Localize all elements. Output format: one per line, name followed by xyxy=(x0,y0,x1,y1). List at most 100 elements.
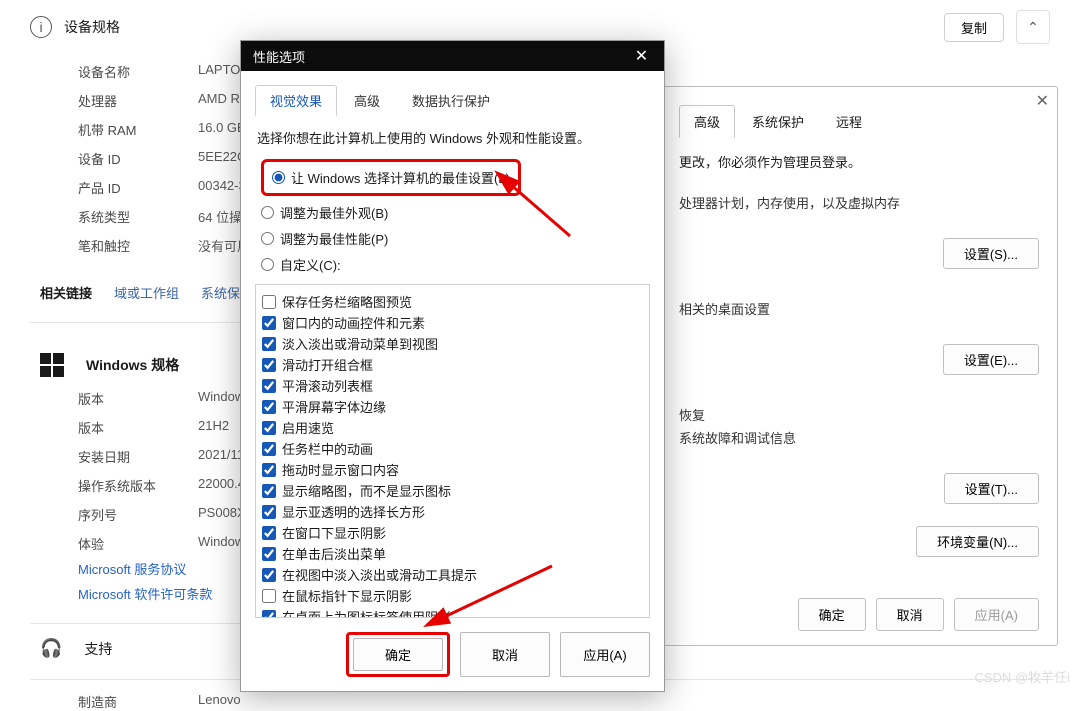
copy-button[interactable]: 复制 xyxy=(944,13,1004,42)
visual-effect-checkbox[interactable] xyxy=(262,484,276,498)
visual-effect-item[interactable]: 显示亚透明的选择长方形 xyxy=(262,501,643,522)
visual-effect-item[interactable]: 平滑屏幕字体边缘 xyxy=(262,396,643,417)
radio-auto-input[interactable] xyxy=(272,171,285,184)
visual-effect-item[interactable]: 滑动打开组合框 xyxy=(262,354,643,375)
visual-effect-checkbox[interactable] xyxy=(262,526,276,540)
perf-footer: 确定 取消 应用(A) xyxy=(255,618,650,677)
device-spec-header: i 设备规格 复制 ⌃ xyxy=(30,10,1050,44)
spec-label: 设备名称 xyxy=(78,62,198,81)
tab-protect[interactable]: 系统保护 xyxy=(737,105,819,138)
visual-effect-item[interactable]: 平滑滚动列表框 xyxy=(262,375,643,396)
sysprop-tabs: 高级 系统保护 远程 xyxy=(679,105,1039,138)
radio-label: 自定义(C): xyxy=(280,255,341,274)
radio-best-look-input[interactable] xyxy=(261,206,274,219)
tab-remote[interactable]: 远程 xyxy=(821,105,877,138)
visual-effect-label: 在单击后淡出菜单 xyxy=(282,544,386,563)
visual-effect-checkbox[interactable] xyxy=(262,568,276,582)
visual-effect-item[interactable]: 窗口内的动画控件和元素 xyxy=(262,312,643,333)
section-title: Windows 规格 xyxy=(86,355,179,375)
perf-cancel-button[interactable]: 取消 xyxy=(460,632,550,677)
link-protect[interactable]: 系统保 xyxy=(201,283,240,302)
visual-effect-label: 显示亚透明的选择长方形 xyxy=(282,502,425,521)
visual-effect-item[interactable]: 拖动时显示窗口内容 xyxy=(262,459,643,480)
visual-effect-checkbox[interactable] xyxy=(262,337,276,351)
recovery-desc: 系统故障和调试信息 xyxy=(679,428,1039,447)
spec-label: 笔和触控 xyxy=(78,236,198,255)
visual-effect-label: 启用速览 xyxy=(282,418,334,437)
tab-visual-effects[interactable]: 视觉效果 xyxy=(255,85,337,116)
spec-label: 机带 RAM xyxy=(78,120,198,139)
visual-effect-label: 窗口内的动画控件和元素 xyxy=(282,313,425,332)
visual-effect-label: 拖动时显示窗口内容 xyxy=(282,460,399,479)
sysprop-ok-button[interactable]: 确定 xyxy=(798,598,866,631)
visual-effect-label: 保存任务栏缩略图预览 xyxy=(282,292,412,311)
visual-effect-checkbox[interactable] xyxy=(262,358,276,372)
spec-label: 产品 ID xyxy=(78,178,198,197)
visual-effect-checkbox[interactable] xyxy=(262,505,276,519)
info-icon: i xyxy=(30,16,52,38)
env-vars-button[interactable]: 环境变量(N)... xyxy=(916,526,1039,557)
link-domain[interactable]: 域或工作组 xyxy=(114,283,179,302)
spec-label: 体验 xyxy=(78,534,198,553)
visual-effect-checkbox[interactable] xyxy=(262,589,276,603)
spec-label: 操作系统版本 xyxy=(78,476,198,495)
maker-row: 制造商Lenovo xyxy=(78,692,1050,711)
spec-value: Lenovo xyxy=(198,692,1050,711)
visual-effect-item[interactable]: 显示缩略图，而不是显示图标 xyxy=(262,480,643,501)
visual-effect-label: 淡入淡出或滑动菜单到视图 xyxy=(282,334,438,353)
performance-desc: 处理器计划，内存使用，以及虚拟内存 xyxy=(679,193,1039,212)
dialog-title: 性能选项 xyxy=(253,47,305,66)
visual-effect-item[interactable]: 在桌面上为图标标签使用阴影 xyxy=(262,606,643,618)
close-icon[interactable]: ✕ xyxy=(619,41,664,71)
visual-effect-item[interactable]: 淡入淡出或滑动菜单到视图 xyxy=(262,333,643,354)
tab-dep[interactable]: 数据执行保护 xyxy=(397,85,505,116)
visual-effect-checkbox[interactable] xyxy=(262,379,276,393)
recovery-head: 恢复 xyxy=(679,405,1039,424)
visual-effect-item[interactable]: 保存任务栏缩略图预览 xyxy=(262,291,643,312)
sysprop-cancel-button[interactable]: 取消 xyxy=(876,598,944,631)
spec-label: 设备 ID xyxy=(78,149,198,168)
tab-advanced[interactable]: 高级 xyxy=(679,105,735,138)
settings-e-button[interactable]: 设置(E)... xyxy=(943,344,1039,375)
radio-best-perf-input[interactable] xyxy=(261,232,274,245)
highlight-box: 让 Windows 选择计算机的最佳设置(L) xyxy=(261,159,521,196)
spec-label: 安装日期 xyxy=(78,447,198,466)
visual-effect-checkbox[interactable] xyxy=(262,463,276,477)
radio-label: 调整为最佳性能(P) xyxy=(280,229,388,248)
system-properties-dialog: ✕ 高级 系统保护 远程 更改，你必须作为管理员登录。 处理器计划，内存使用，以… xyxy=(660,86,1058,646)
visual-effect-checkbox[interactable] xyxy=(262,421,276,435)
visual-effect-item[interactable]: 在单击后淡出菜单 xyxy=(262,543,643,564)
visual-effect-checkbox[interactable] xyxy=(262,442,276,456)
visual-effects-list[interactable]: 保存任务栏缩略图预览窗口内的动画控件和元素淡入淡出或滑动菜单到视图滑动打开组合框… xyxy=(255,284,650,618)
radio-best-look[interactable]: 调整为最佳外观(B) xyxy=(261,203,650,222)
perf-apply-button[interactable]: 应用(A) xyxy=(560,632,650,677)
radio-custom[interactable]: 自定义(C): xyxy=(261,255,650,274)
radio-label: 让 Windows 选择计算机的最佳设置(L) xyxy=(291,168,510,187)
visual-effect-checkbox[interactable] xyxy=(262,610,276,619)
chevron-up-icon[interactable]: ⌃ xyxy=(1016,10,1050,44)
visual-effect-checkbox[interactable] xyxy=(262,316,276,330)
visual-effect-label: 在桌面上为图标标签使用阴影 xyxy=(282,607,451,618)
perf-ok-button[interactable]: 确定 xyxy=(353,638,443,671)
visual-effect-item[interactable]: 启用速览 xyxy=(262,417,643,438)
highlight-box-ok: 确定 xyxy=(346,632,450,677)
visual-effect-item[interactable]: 在视图中淡入淡出或滑动工具提示 xyxy=(262,564,643,585)
visual-effect-checkbox[interactable] xyxy=(262,547,276,561)
settings-t-button[interactable]: 设置(T)... xyxy=(944,473,1039,504)
visual-effect-label: 任务栏中的动画 xyxy=(282,439,373,458)
settings-s-button[interactable]: 设置(S)... xyxy=(943,238,1039,269)
dialog-titlebar[interactable]: 性能选项 ✕ xyxy=(241,41,664,71)
visual-effect-item[interactable]: 在窗口下显示阴影 xyxy=(262,522,643,543)
spec-label: 版本 xyxy=(78,389,198,408)
radio-auto[interactable]: 让 Windows 选择计算机的最佳设置(L) xyxy=(272,168,510,187)
radio-custom-input[interactable] xyxy=(261,258,274,271)
sysprop-apply-button[interactable]: 应用(A) xyxy=(954,598,1039,631)
visual-effect-item[interactable]: 任务栏中的动画 xyxy=(262,438,643,459)
radio-best-perf[interactable]: 调整为最佳性能(P) xyxy=(261,229,650,248)
visual-effect-checkbox[interactable] xyxy=(262,400,276,414)
perf-tabs: 视觉效果 高级 数据执行保护 xyxy=(255,85,650,116)
close-icon[interactable]: ✕ xyxy=(1036,91,1049,111)
visual-effect-checkbox[interactable] xyxy=(262,295,276,309)
tab-advanced[interactable]: 高级 xyxy=(339,85,395,116)
visual-effect-item[interactable]: 在鼠标指针下显示阴影 xyxy=(262,585,643,606)
